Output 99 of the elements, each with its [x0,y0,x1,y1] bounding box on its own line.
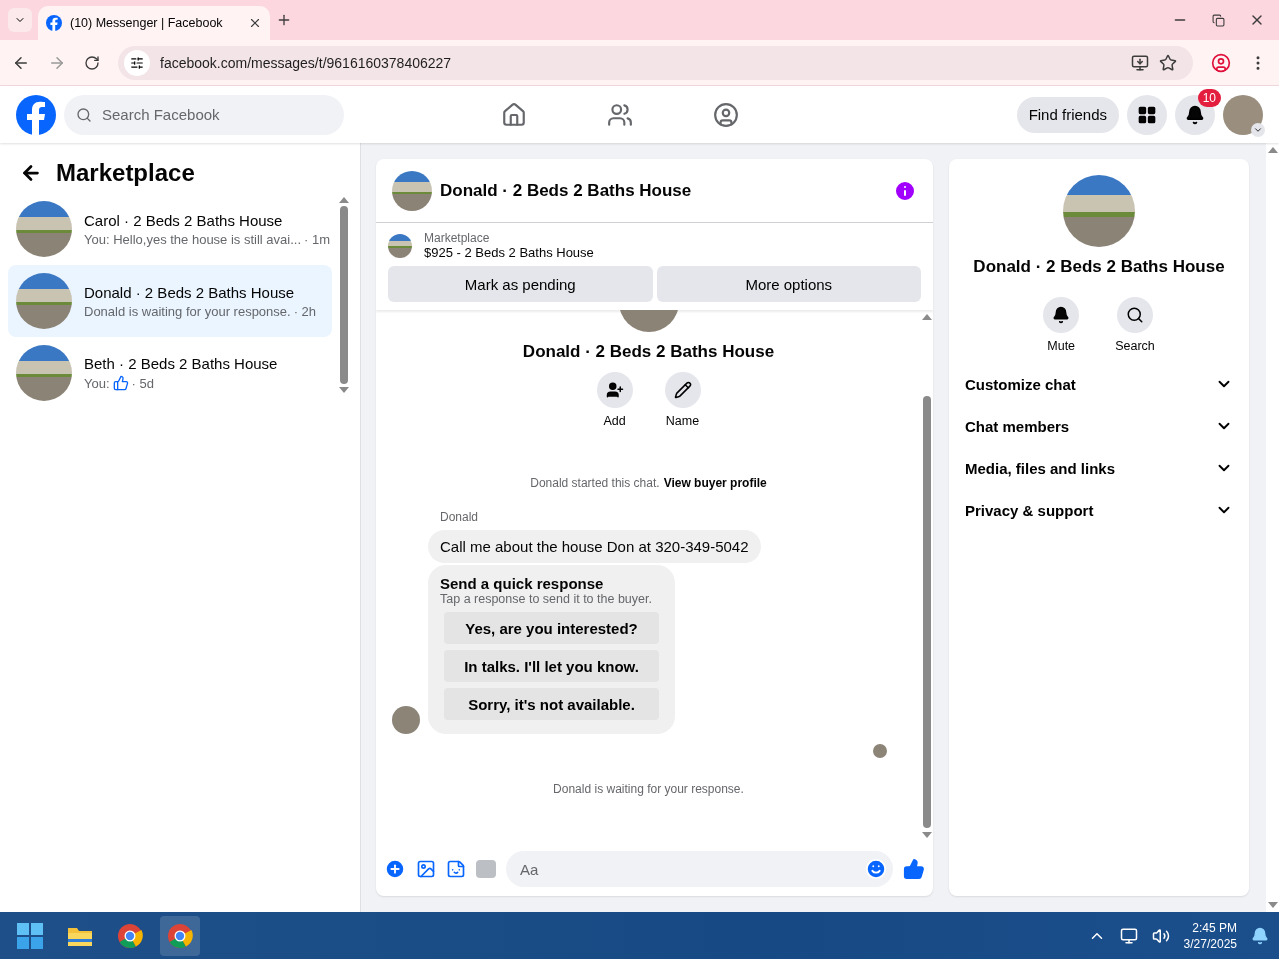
network-icon[interactable] [1119,926,1138,945]
avatar-circle [392,706,420,734]
profile-name: Donald · 2 Beds 2 Baths House [522,342,775,362]
search-field[interactable]: Search Facebook [64,94,344,135]
listing-title: $925 - 2 Beds 2 Baths House [424,245,594,260]
details-section[interactable]: Media, files and links [957,457,1241,479]
new-tab-icon[interactable] [276,12,292,28]
add-person-icon [605,381,624,399]
facebook-logo-icon[interactable] [46,15,62,31]
conversation-time: · 5d [131,375,154,391]
install-app-icon[interactable] [1131,53,1149,72]
pencil-icon [673,381,692,399]
notification-bell-icon[interactable] [1251,926,1269,945]
conversation-name: Donald · 2 Beds 2 Baths House [84,283,296,301]
friends-icon[interactable] [607,101,633,128]
conversation-item[interactable]: Carol · 2 Beds 2 Baths House You: Hello,yes the house is still avai... · 1m [8,193,332,265]
emoji-icon[interactable] [865,858,887,880]
chat-title: Donald · 2 Beds 2 Baths House [440,180,693,201]
mute-button[interactable] [1043,297,1080,333]
message-input[interactable]: Aa [518,859,865,879]
sidebar-title: Marketplace [56,159,195,187]
sticker-icon[interactable] [446,859,466,879]
photo-placeholder [16,201,72,257]
details-section[interactable]: Chat members [957,415,1241,437]
notifications-button[interactable] [1175,94,1215,135]
action-button[interactable]: Mark as pending [388,266,653,302]
image-icon[interactable] [416,859,436,879]
quick-response-option[interactable]: Yes, are you interested? [444,612,659,644]
seen-avatar [873,744,887,758]
thumbs-up-icon[interactable] [903,858,925,880]
clock-date: 3/27/2025 [1183,936,1237,951]
tab-title: (10) Messenger | Facebook [70,16,224,30]
sender-name: Donald [440,510,480,524]
account-avatar[interactable] [1223,94,1263,135]
conversation-time: · 1m [304,231,331,247]
conversation-item[interactable]: Beth · 2 Beds 2 Baths House You: · 5d [8,337,332,409]
site-info-icon[interactable] [124,49,150,76]
action-label: Add [603,414,626,428]
details-section[interactable]: Privacy & support [957,499,1241,521]
conversation-time: · 2h [293,303,317,319]
home-icon[interactable] [501,101,527,128]
conversation-name: Beth · 2 Beds 2 Baths House [84,355,278,372]
bell-icon [1052,306,1071,324]
bookmark-star-icon[interactable] [1159,53,1177,72]
clock-time: 2:45 PM [1192,920,1237,935]
browser-tab[interactable]: (10) Messenger | Facebook [38,6,270,40]
groups-icon[interactable] [713,101,739,128]
restore-icon[interactable] [1212,12,1225,28]
buyer-profile-link[interactable]: View buyer profile [663,476,767,490]
facebook-logo-icon[interactable] [16,94,56,135]
action-label: Search [1115,339,1155,353]
details-name: Donald · 2 Beds 2 Baths House [973,257,1225,277]
action-label: Mute [1047,339,1076,353]
menu-grid-button[interactable] [1127,94,1167,135]
conversation-preview: You: Hello,yes the house is still avai... [84,231,302,247]
message-bubble: Call me about the house Don at 320-349-5042 [428,530,761,563]
windows-logo-icon[interactable] [17,922,43,949]
photo-placeholder [392,170,432,211]
quick-response-option[interactable]: Sorry, it's not available. [444,688,659,720]
status-text: Donald is waiting for your response. [553,782,744,796]
quick-response-subtitle: Tap a response to send it to the buyer. [440,592,653,606]
chat-started-text: Donald started this chat. [530,476,660,490]
address-bar[interactable]: facebook.com/messages/t/9616160378406227 [118,45,1193,80]
url-text: facebook.com/messages/t/9616160378406227 [160,54,453,71]
tab-list-button[interactable] [8,8,32,32]
search-button[interactable] [1117,297,1153,333]
plus-icon[interactable] [384,858,406,880]
back-arrow-icon[interactable] [20,162,42,184]
find-friends-button[interactable]: Find friends [1016,96,1119,133]
action-label: Name [665,414,700,428]
photo-placeholder [16,273,72,329]
bell-icon [1185,104,1205,125]
details-section[interactable]: Customize chat [957,373,1241,395]
add-button[interactable] [596,372,633,408]
photo-placeholder [16,345,72,401]
search-input[interactable]: Search Facebook [100,105,300,124]
listing-label: Marketplace [424,231,491,245]
quick-response-option[interactable]: In talks. I'll let you know. [444,650,659,682]
page-scrollbar[interactable] [1266,143,1279,912]
search-icon [76,106,92,123]
quick-response-title: Send a quick response [440,575,605,592]
conversation-preview: Donald is waiting for your response. [84,303,291,319]
profile-icon[interactable] [1211,52,1231,73]
conversation-item[interactable]: Donald · 2 Beds 2 Baths House Donald is waiting for your response. · 2h [8,265,332,337]
grid-icon [1137,104,1157,125]
chrome-icon[interactable] [160,915,200,956]
conversation-preview: You: [84,375,110,391]
name-button[interactable] [664,372,701,408]
thumbs-up-icon [112,375,129,391]
volume-icon[interactable] [1151,926,1170,945]
reload-icon[interactable] [84,54,100,71]
search-icon [1126,306,1144,324]
notification-count: 10 [1197,88,1221,107]
message-field[interactable]: Aa [506,851,893,887]
action-button[interactable]: More options [656,266,921,302]
scrollbar[interactable] [340,197,348,393]
close-tab-icon[interactable] [248,16,262,30]
conversation-name: Carol · 2 Beds 2 Baths House [84,211,284,229]
photo-placeholder [388,233,412,258]
